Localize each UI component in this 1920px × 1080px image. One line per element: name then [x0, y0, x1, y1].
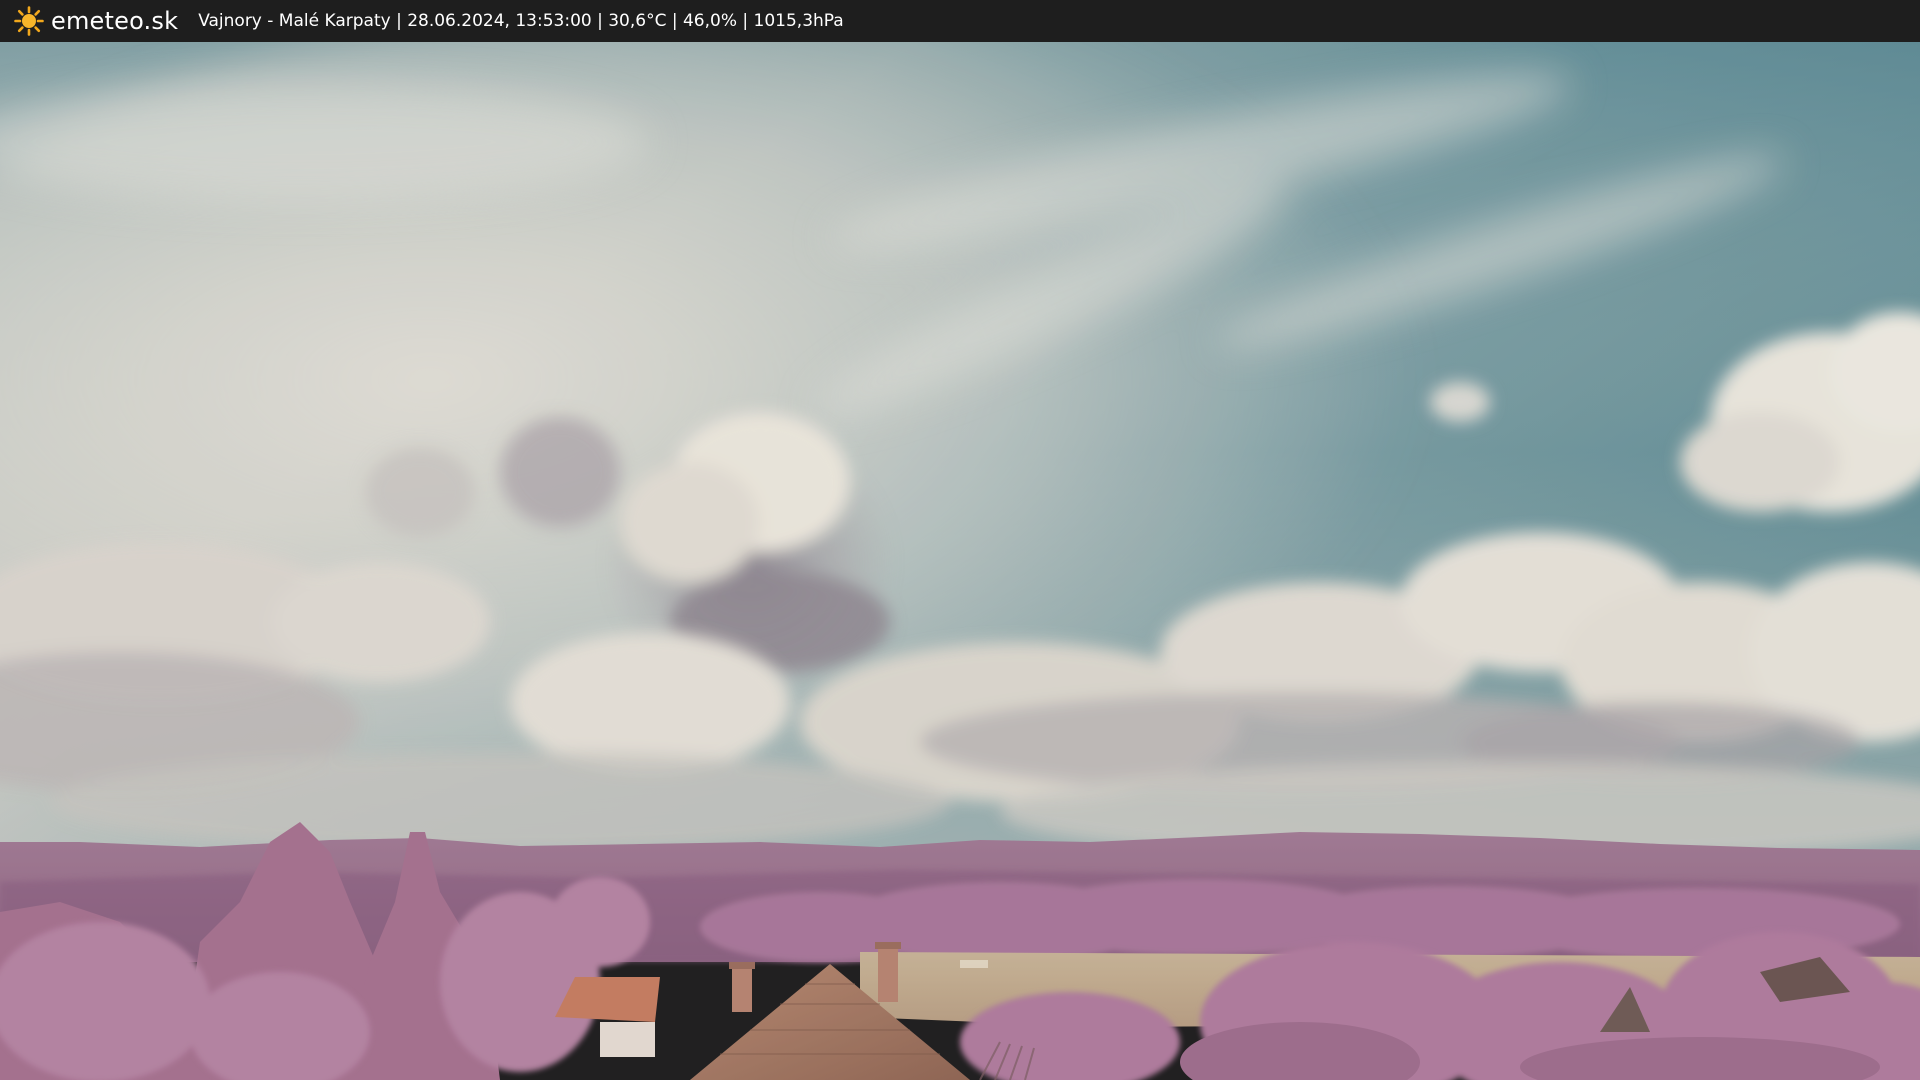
station-caption: Vajnory - Malé Karpaty | 28.06.2024, 13:… [198, 11, 844, 31]
webcam-frame: emeteo.sk Vajnory - Malé Karpaty | 28.06… [0, 0, 1920, 1080]
brand[interactable]: emeteo.sk [14, 6, 178, 36]
sun-icon [14, 6, 44, 36]
brand-name: emeteo.sk [51, 7, 179, 35]
info-bar: emeteo.sk Vajnory - Malé Karpaty | 28.06… [0, 0, 1920, 42]
webcam-landscape-image [0, 42, 1920, 1080]
